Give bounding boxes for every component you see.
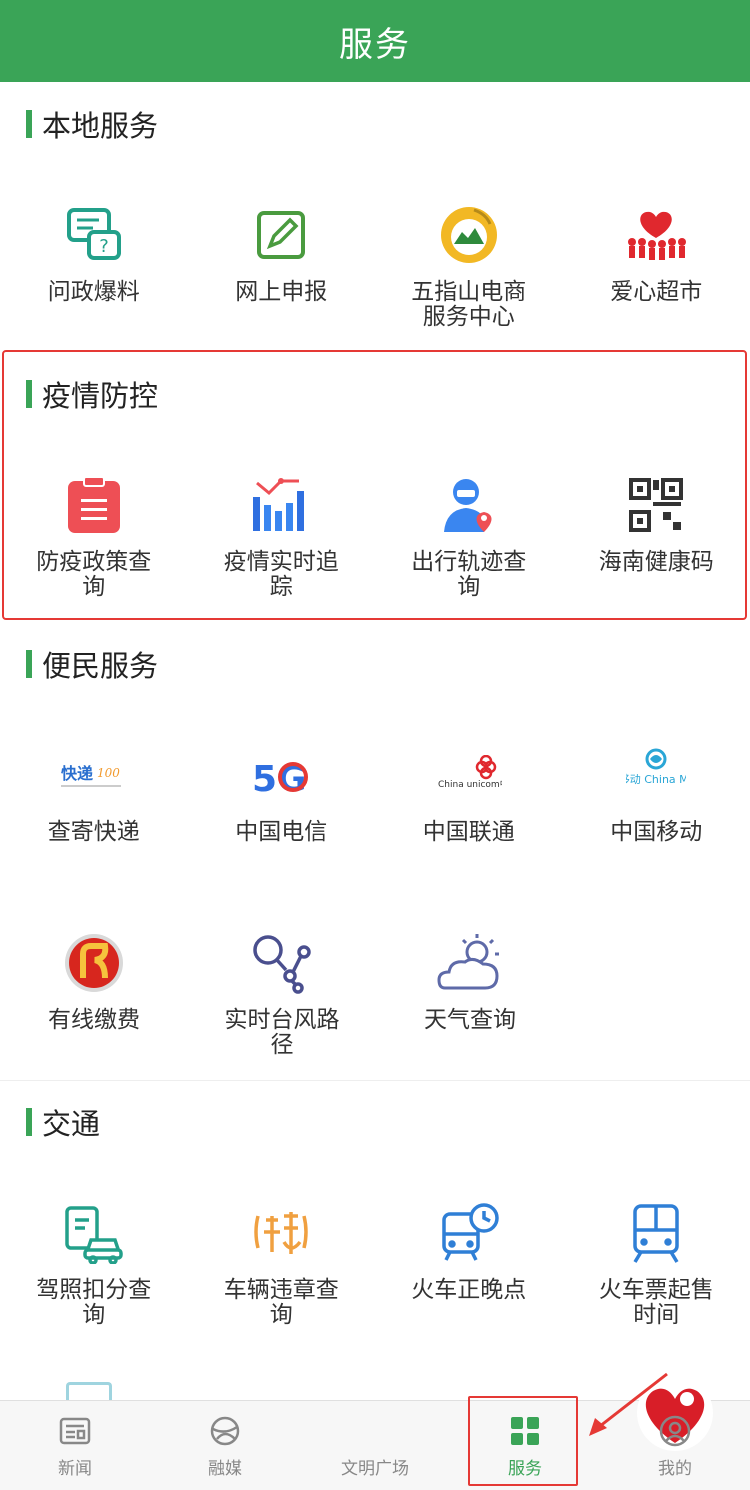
partial-next-icon xyxy=(66,1382,112,1400)
violation-icon xyxy=(246,1198,316,1268)
service-tab-highlight-box xyxy=(468,1396,578,1486)
service-ticket-sale-time[interactable]: 火车票起售时间 xyxy=(563,1198,750,1328)
service-label: 中国电信 xyxy=(235,819,328,845)
express-logo-icon: 快递 100 xyxy=(59,740,129,810)
section-title-text: 本地服务 xyxy=(42,109,159,143)
tab-label: 新闻 xyxy=(58,1459,92,1479)
section-title-text: 便民服务 xyxy=(42,649,159,683)
svg-text:中国移动 China Mobile: 中国移动 China Mobile xyxy=(626,773,686,786)
service-label: 火车票起售时间 xyxy=(598,1277,714,1328)
section-title: 本地服务 xyxy=(26,104,158,144)
typhoon-path-icon xyxy=(247,928,317,998)
service-express[interactable]: 快递 100 查寄快递 xyxy=(0,740,188,845)
annotation-arrow-icon xyxy=(589,1372,668,1436)
section-accent-bar xyxy=(26,650,32,678)
epidemic-highlight-box xyxy=(2,350,747,620)
section-title: 便民服务 xyxy=(26,644,158,684)
mobile-logo-icon: 中国移动 China Mobile xyxy=(621,740,691,810)
tab-label: 融媒 xyxy=(208,1459,242,1479)
service-label: 网上申报 xyxy=(235,279,328,305)
svg-text:快递: 快递 xyxy=(61,764,93,783)
tab-label: 文明广场 xyxy=(341,1459,409,1479)
section-title: 交通 xyxy=(26,1102,100,1142)
app-header: 服务 xyxy=(0,0,750,82)
news-icon xyxy=(58,1414,92,1448)
license-car-icon xyxy=(59,1198,129,1268)
service-wenzheng[interactable]: ? 问政爆料 xyxy=(0,200,188,330)
heart-people-icon xyxy=(621,200,691,270)
service-violation-query[interactable]: 车辆违章查询 xyxy=(188,1198,376,1328)
weather-icon xyxy=(435,928,505,998)
mountain-logo-icon xyxy=(434,200,504,270)
tab-news[interactable]: 新闻 xyxy=(0,1401,150,1490)
service-online-apply[interactable]: 网上申报 xyxy=(188,200,376,330)
tab-civilization-square[interactable]: 文明广场 xyxy=(300,1375,713,1490)
tab-label: 我的 xyxy=(658,1459,692,1479)
cable-logo-icon xyxy=(59,928,129,998)
service-content[interactable]: 本地服务 ? 问政爆料 网上申报 五指山电商服务中心 爱心超市 疫情防控 防疫政… xyxy=(0,82,750,1400)
svg-text:?: ? xyxy=(99,236,109,257)
service-label: 驾照扣分查询 xyxy=(36,1277,152,1328)
chat-question-icon: ? xyxy=(59,200,129,270)
service-train-delay[interactable]: 火车正晚点 xyxy=(375,1198,563,1328)
service-license-points[interactable]: 驾照扣分查询 xyxy=(0,1198,188,1328)
service-label: 爱心超市 xyxy=(610,279,703,305)
service-typhoon-path[interactable]: 实时台风路径 xyxy=(188,928,376,1058)
service-label: 实时台风路径 xyxy=(224,1007,340,1058)
service-label: 中国联通 xyxy=(422,819,515,845)
svg-text:100: 100 xyxy=(97,766,120,780)
service-label: 车辆违章查询 xyxy=(223,1277,339,1328)
service-label: 有线缴费 xyxy=(48,1007,140,1033)
train-icon xyxy=(621,1198,691,1268)
tab-media[interactable]: 融媒 xyxy=(150,1401,300,1490)
page-title: 服务 xyxy=(339,24,411,65)
unicom-logo-icon: China unicom中国联通 xyxy=(434,740,504,810)
service-china-mobile[interactable]: 中国移动 China Mobile 中国移动 xyxy=(563,740,750,845)
service-label: 查寄快递 xyxy=(47,819,140,845)
section-accent-bar xyxy=(26,110,32,138)
service-label: 天气查询 xyxy=(424,1007,516,1033)
telecom-5g-icon: 5G xyxy=(246,740,316,810)
service-label: 火车正晚点 xyxy=(411,1277,527,1303)
section-divider xyxy=(0,1080,750,1081)
section-title-text: 交通 xyxy=(42,1107,101,1141)
globe-icon xyxy=(208,1414,242,1448)
svg-text:China unicom中国联通: China unicom中国联通 xyxy=(438,778,502,790)
service-weather[interactable]: 天气查询 xyxy=(376,928,564,1058)
service-china-telecom[interactable]: 5G 中国电信 xyxy=(188,740,376,845)
service-china-unicom[interactable]: China unicom中国联通 中国联通 xyxy=(375,740,563,845)
service-love-market[interactable]: 爱心超市 xyxy=(563,200,750,330)
service-cable-payment[interactable]: 有线缴费 xyxy=(0,928,188,1058)
section-accent-bar xyxy=(26,1108,32,1136)
service-label: 中国移动 xyxy=(610,819,703,845)
service-ecommerce-center[interactable]: 五指山电商服务中心 xyxy=(375,200,563,330)
train-clock-icon xyxy=(434,1198,504,1268)
service-label: 五指山电商服务中心 xyxy=(411,279,527,330)
service-label: 问政爆料 xyxy=(47,279,140,305)
edit-pen-icon xyxy=(246,200,316,270)
